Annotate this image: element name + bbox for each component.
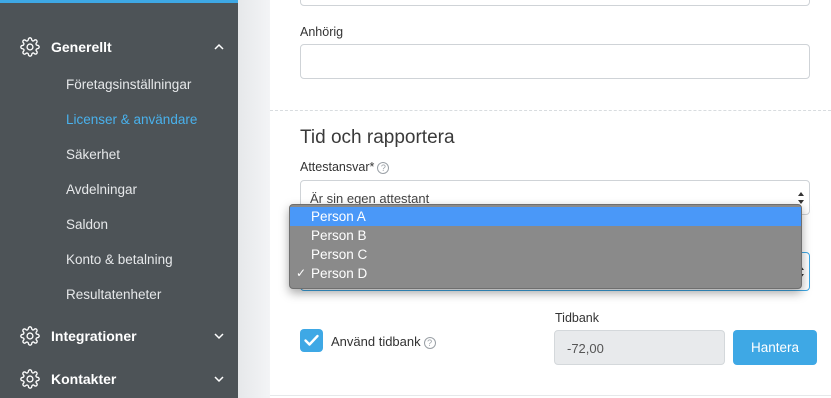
settings-panel: Anhörig Tid och rapportera Attestansvar*… [270,0,831,398]
section-title-tid-rapportera: Tid och rapportera [300,127,455,148]
dropdown-option-label: Person D [311,266,368,281]
help-icon[interactable]: ? [377,161,390,174]
chevron-down-icon [214,333,224,340]
sidebar-item-sakerhet[interactable]: Säkerhet [66,147,120,162]
gear-icon [20,326,40,346]
panel-bottom-divider [270,395,831,396]
dropdown-option-label: Person B [311,228,367,243]
sidebar-section-generellt[interactable]: Generellt [0,29,238,65]
tidbank-value-field: -72,00 [554,330,725,365]
sidebar: Generellt Företagsinställningar Licenser… [0,0,238,398]
dropdown-option-person-b[interactable]: Person B [290,226,801,245]
dropdown-option-person-d[interactable]: ✓ Person D [290,264,801,283]
sidebar-top-accent [0,0,238,3]
sidebar-section-integrationer[interactable]: Integrationer [0,318,238,354]
dropdown-option-person-a[interactable]: Person A [290,207,801,226]
sidebar-item-licenser-anvandare[interactable]: Licenser & användare [66,112,197,127]
sidebar-section-label: Generellt [51,39,112,55]
dropdown-option-person-c[interactable]: Person C [290,245,801,264]
sidebar-section-kontakter[interactable]: Kontakter [0,361,238,397]
previous-input-field[interactable] [300,0,810,6]
checkmark-icon: ✓ [296,266,307,280]
attestansvar-label: Attestansvar* [300,160,375,174]
sidebar-item-saldon[interactable]: Saldon [66,217,108,232]
hantera-button[interactable]: Hantera [733,330,817,365]
sidebar-item-foretagsinstallningar[interactable]: Företagsinställningar [66,77,191,92]
sidebar-section-label: Integrationer [51,328,137,344]
attestansvar-label-row: Attestansvar*? [300,160,390,174]
person-dropdown-list: Person A Person B Person C ✓ Person D [289,204,802,289]
section-divider [270,110,831,111]
anvand-tidbank-label-row: Använd tidbank? [331,334,436,349]
sidebar-item-konto-betalning[interactable]: Konto & betalning [66,252,173,267]
sidebar-item-avdelningar[interactable]: Avdelningar [66,182,137,197]
chevron-down-icon [214,376,224,383]
dropdown-option-label: Person A [311,209,366,224]
sidebar-item-resultatenheter[interactable]: Resultatenheter [66,287,161,302]
select-arrows-icon [798,191,804,204]
anhorig-label: Anhörig [300,25,344,39]
anvand-tidbank-checkbox[interactable] [300,329,323,352]
chevron-up-icon [214,43,224,50]
gear-icon [20,369,40,389]
tidbank-label: Tidbank [555,311,600,325]
dropdown-option-label: Person C [311,247,368,262]
help-icon[interactable]: ? [423,336,436,349]
checkmark-icon [304,334,319,346]
gear-icon [20,37,40,57]
anvand-tidbank-label: Använd tidbank [331,334,421,349]
content-gutter [238,0,270,398]
sidebar-section-label: Kontakter [51,371,117,387]
anhorig-input[interactable] [300,44,810,79]
